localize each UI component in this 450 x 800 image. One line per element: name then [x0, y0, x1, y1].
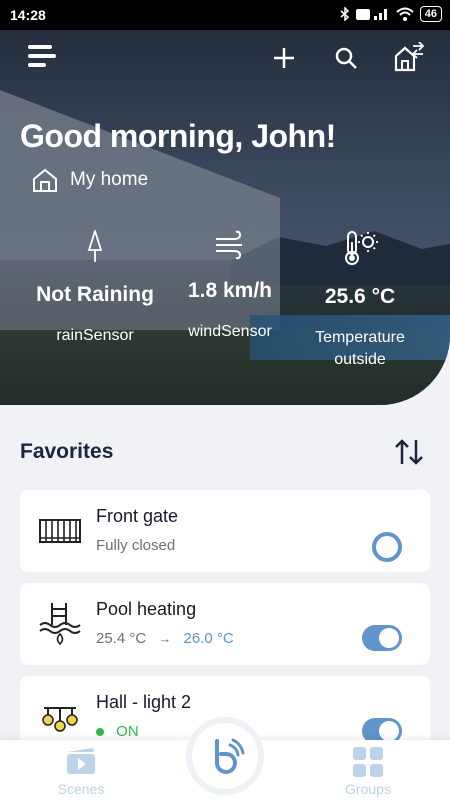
status-bar: 14:28 46 — [0, 0, 450, 30]
light-status-row: ON — [96, 723, 139, 740]
sort-icon[interactable] — [393, 438, 425, 466]
pool-target-temperature: 26.0 °C — [183, 630, 234, 647]
arrow-right-icon: → — [158, 631, 172, 646]
switch-home-icon[interactable] — [393, 42, 425, 72]
sensor-rain-value: Not Raining — [36, 283, 154, 306]
pool-current-temperature: 25.4 °C — [96, 630, 147, 647]
thermometer-sun-icon — [345, 231, 378, 265]
pool-heating-toggle[interactable] — [362, 625, 402, 651]
status-icons: 46 — [340, 6, 442, 22]
favorite-name: Front gate — [96, 506, 179, 526]
sensor-wind: 1.8 km/h windSensor — [160, 230, 300, 343]
scenes-icon — [67, 748, 95, 774]
favorite-card-front-gate[interactable]: Front gate Fully closed — [20, 490, 430, 572]
add-icon[interactable] — [272, 46, 296, 70]
home-name: My home — [70, 169, 149, 190]
sensor-wind-value: 1.8 km/h — [187, 279, 273, 302]
bluetooth-icon — [340, 7, 349, 21]
home-icon — [33, 168, 57, 192]
pool-temperature-row: 25.4 °C → 26.0 °C — [96, 630, 234, 647]
favorite-name: Hall - light 2 — [96, 692, 192, 712]
greeting-title: Good morning, John! — [20, 118, 336, 154]
light-status: ON — [116, 723, 139, 740]
sensor-temperature: 25.6 °C Temperature outside — [290, 230, 430, 371]
home-fab-button[interactable] — [192, 723, 258, 789]
status-dot — [96, 728, 104, 737]
sensor-rain: Not Raining rainSensor — [25, 228, 165, 347]
favorite-name: Pool heating — [96, 599, 197, 619]
sensor-temperature-label: Temperature outside — [315, 329, 405, 368]
wifi-icon — [396, 7, 414, 21]
sensor-rain-label: rainSensor — [56, 327, 134, 344]
favorite-status: Fully closed — [96, 537, 176, 554]
gate-status-button[interactable] — [372, 532, 402, 562]
search-icon[interactable] — [334, 46, 358, 70]
nav-groups[interactable]: Groups — [318, 740, 418, 797]
battery-icon: 46 — [419, 6, 442, 22]
umbrella-icon — [87, 228, 103, 262]
brand-logo-icon — [215, 738, 245, 774]
wind-icon — [216, 230, 242, 260]
sensor-temperature-value: 25.6 °C — [324, 285, 396, 308]
light-icon — [42, 707, 78, 732]
groups-icon — [353, 747, 383, 777]
nav-scenes[interactable]: Scenes — [31, 740, 131, 797]
nav-groups-label: Groups — [345, 781, 391, 797]
pool-heating-icon — [39, 603, 81, 645]
favorites-title: Favorites — [20, 440, 114, 463]
status-time: 14:28 — [10, 7, 46, 23]
menu-icon[interactable] — [28, 45, 56, 69]
signal-icon — [355, 9, 387, 20]
home-selector[interactable]: My home — [32, 168, 148, 192]
nav-scenes-label: Scenes — [57, 781, 105, 797]
sensor-wind-label: windSensor — [188, 323, 272, 340]
gate-icon — [39, 519, 81, 543]
favorite-card-pool-heating[interactable]: Pool heating 25.4 °C → 26.0 °C — [20, 583, 430, 665]
